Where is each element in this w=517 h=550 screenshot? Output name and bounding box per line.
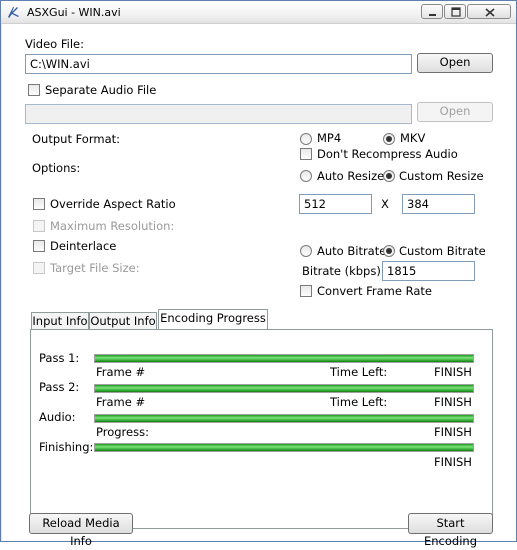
mp4-label: MP4 bbox=[317, 131, 342, 145]
separate-audio-label: Separate Audio File bbox=[45, 83, 157, 97]
pass2-status: FINISH bbox=[434, 395, 472, 409]
convert-frame-rate-checkbox[interactable] bbox=[300, 285, 312, 297]
target-size-checkbox[interactable] bbox=[33, 262, 45, 274]
pass1-label: Pass 1: bbox=[39, 351, 80, 365]
reload-media-info-button[interactable]: Reload Media Info bbox=[29, 513, 133, 548]
app-window: ASXGui - WIN.avi Video File: C:\WIN.avi … bbox=[0, 0, 517, 548]
deinterlace-checkbox[interactable] bbox=[33, 240, 45, 252]
custom-bitrate-label: Custom Bitrate bbox=[399, 244, 486, 258]
pass2-time-left-label: Time Left: bbox=[330, 395, 388, 409]
mkv-radio[interactable] bbox=[383, 133, 395, 145]
auto-resize-label: Auto Resize bbox=[317, 169, 385, 183]
window-title: ASXGui - WIN.avi bbox=[27, 6, 121, 19]
video-file-label: Video File: bbox=[25, 37, 84, 51]
resize-width-input[interactable]: 512 bbox=[299, 194, 372, 214]
pass2-progress-bar bbox=[94, 384, 474, 393]
start-encoding-button[interactable]: Start Encoding bbox=[408, 513, 493, 548]
target-size-label: Target File Size: bbox=[50, 261, 140, 275]
maximize-icon bbox=[451, 7, 461, 17]
auto-resize-radio[interactable] bbox=[300, 170, 312, 182]
custom-bitrate-radio[interactable] bbox=[383, 245, 395, 257]
convert-frame-rate-label: Convert Frame Rate bbox=[317, 284, 432, 298]
resize-x-label: X bbox=[381, 197, 389, 211]
audio-progress-bar bbox=[94, 414, 474, 423]
title-bar[interactable]: ASXGui - WIN.avi bbox=[1, 1, 516, 24]
bitrate-input[interactable]: 1815 bbox=[382, 261, 475, 281]
video-file-input[interactable]: C:\WIN.avi bbox=[25, 54, 412, 74]
custom-resize-radio[interactable] bbox=[383, 170, 395, 182]
options-label: Options: bbox=[32, 161, 81, 175]
finishing-label: Finishing: bbox=[39, 440, 94, 454]
close-icon bbox=[485, 8, 495, 17]
audio-open-button[interactable]: Open bbox=[417, 102, 493, 122]
pass1-time-left-label: Time Left: bbox=[330, 365, 388, 379]
max-resolution-checkbox[interactable] bbox=[33, 220, 45, 232]
pass1-status: FINISH bbox=[434, 365, 472, 379]
dont-recompress-checkbox[interactable] bbox=[300, 148, 312, 160]
finishing-status: FINISH bbox=[434, 455, 472, 469]
auto-bitrate-label: Auto Bitrate bbox=[317, 244, 387, 258]
custom-resize-label: Custom Resize bbox=[399, 169, 484, 183]
pass2-frame-label: Frame # bbox=[96, 395, 146, 409]
max-resolution-label: Maximum Resolution: bbox=[50, 219, 175, 233]
audio-status: FINISH bbox=[434, 425, 472, 439]
dont-recompress-label: Don't Recompress Audio bbox=[317, 147, 458, 161]
encoding-progress-panel: Pass 1: Frame # Time Left: FINISH Pass 2… bbox=[30, 329, 493, 529]
output-format-label: Output Format: bbox=[32, 132, 121, 146]
override-aspect-label: Override Aspect Ratio bbox=[50, 197, 176, 211]
finishing-progress-bar bbox=[94, 443, 474, 452]
mkv-label: MKV bbox=[400, 131, 426, 145]
audio-progress-label: Audio: bbox=[39, 410, 76, 424]
app-icon bbox=[8, 7, 19, 18]
close-button[interactable] bbox=[467, 4, 511, 19]
bitrate-label: Bitrate (kbps): bbox=[302, 264, 385, 278]
pass1-frame-label: Frame # bbox=[96, 365, 146, 379]
video-open-button[interactable]: Open bbox=[417, 53, 493, 73]
pass2-label: Pass 2: bbox=[39, 380, 80, 394]
deinterlace-label: Deinterlace bbox=[50, 239, 117, 253]
audio-file-input[interactable] bbox=[25, 104, 412, 124]
tab-encoding-progress[interactable]: Encoding Progress bbox=[158, 309, 268, 331]
minimize-button[interactable] bbox=[421, 4, 443, 19]
minimize-icon bbox=[429, 14, 436, 16]
resize-height-input[interactable]: 384 bbox=[402, 194, 475, 214]
main-panel: Video File: C:\WIN.avi Open Separate Aud… bbox=[2, 24, 516, 548]
audio-progress-text: Progress: bbox=[96, 425, 149, 439]
tab-output-info[interactable]: Output Info bbox=[89, 312, 157, 330]
override-aspect-checkbox[interactable] bbox=[33, 198, 45, 210]
tab-input-info[interactable]: Input Info bbox=[31, 312, 89, 330]
auto-bitrate-radio[interactable] bbox=[300, 245, 312, 257]
maximize-button[interactable] bbox=[444, 4, 466, 19]
mp4-radio[interactable] bbox=[300, 133, 312, 145]
separate-audio-checkbox[interactable] bbox=[28, 84, 40, 96]
pass1-progress-bar bbox=[94, 354, 474, 363]
